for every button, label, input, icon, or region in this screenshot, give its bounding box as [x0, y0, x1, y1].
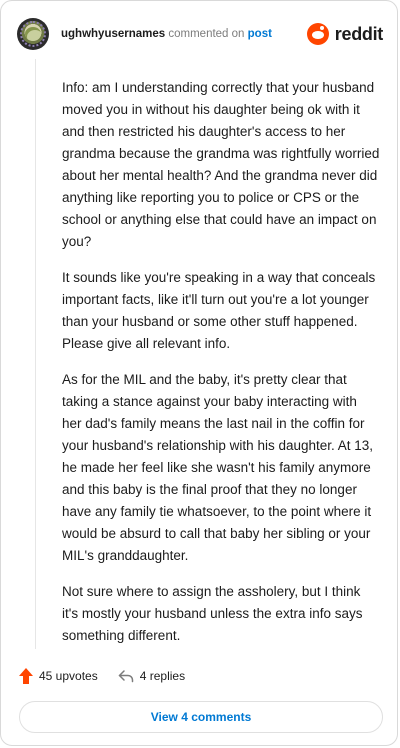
upvote-button[interactable]: 45 upvotes [19, 668, 98, 684]
reddit-brand[interactable]: reddit [306, 23, 384, 45]
comment-paragraph: Not sure where to assign the assholery, … [62, 584, 363, 643]
thread-line [35, 59, 36, 649]
post-link[interactable]: post [248, 28, 272, 40]
comment-meta: ughwhyusernames commented on post [61, 28, 307, 40]
view-comments-button[interactable]: View 4 comments [19, 701, 383, 733]
comment-actions: 45 upvotes 4 replies [19, 665, 185, 687]
comment-header: ughwhyusernames commented on post reddit [17, 15, 383, 53]
comment-paragraph: Info: am I understanding correctly that … [62, 80, 380, 249]
comment-card: ughwhyusernames commented on post reddit… [0, 0, 398, 746]
reddit-wordmark: reddit [334, 23, 384, 44]
comment-paragraph: As for the MIL and the baby, it's pretty… [62, 372, 374, 563]
replies-button[interactable]: 4 replies [118, 669, 185, 683]
comment-paragraph: It sounds like you're speaking in a way … [62, 270, 376, 351]
reddit-logo-icon [306, 23, 329, 45]
avatar[interactable] [17, 18, 49, 50]
reply-arrow-icon [118, 670, 133, 683]
comment-body: Info: am I understanding correctly that … [62, 77, 380, 661]
replies-count: 4 replies [139, 669, 186, 683]
upvote-arrow-icon [19, 668, 33, 684]
upvote-count: 45 upvotes [39, 669, 98, 683]
username-link[interactable]: ughwhyusernames [61, 28, 165, 40]
commented-on-text: commented on [168, 28, 245, 40]
